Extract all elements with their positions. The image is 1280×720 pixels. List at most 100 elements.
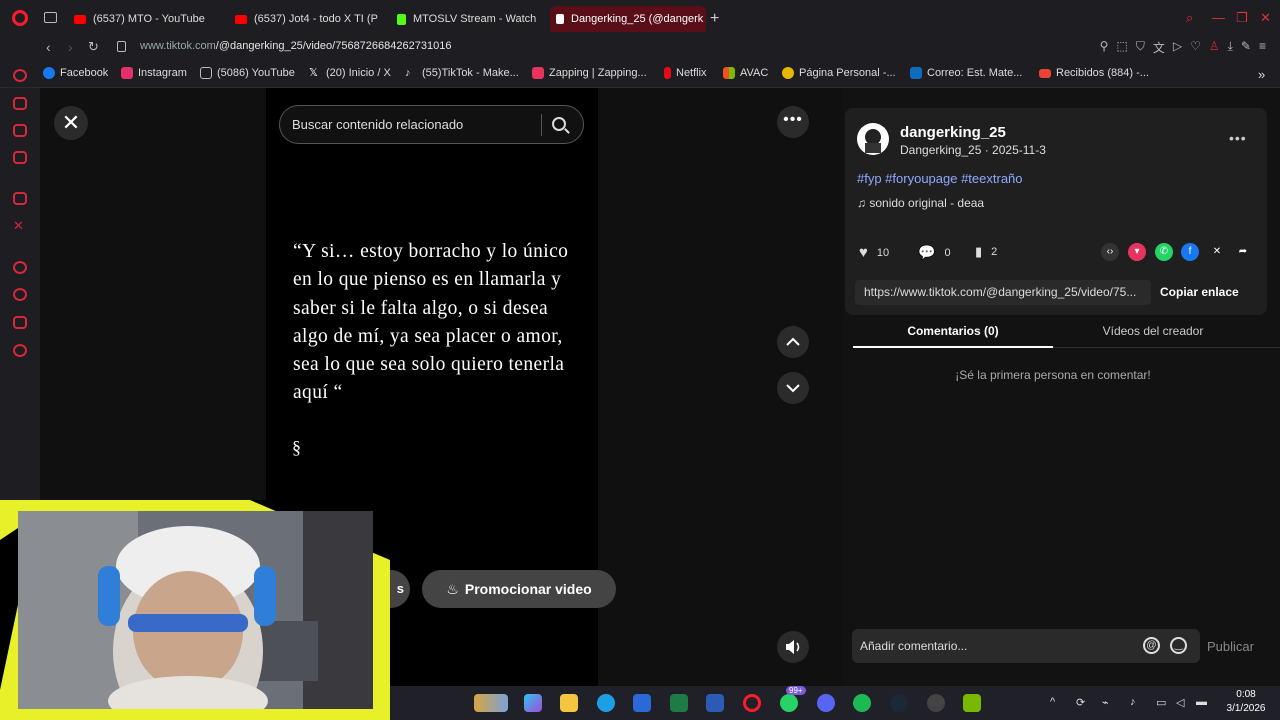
comment-stat[interactable]: 💬 0 [918,244,951,261]
bookmark-x[interactable]: 𝕏 (20) Inicio / X [309,67,391,79]
discord-icon[interactable] [817,694,835,712]
embed-icon[interactable]: ‹› [1101,243,1119,261]
search-input[interactable] [292,106,532,143]
minimize-icon[interactable]: — [1212,10,1225,25]
tab-sidebar-icon[interactable] [44,12,57,23]
restore-icon[interactable]: ❐ [1236,10,1248,26]
send-icon[interactable]: ▾ [1128,243,1146,261]
facebook-share-icon[interactable]: f [1181,243,1199,261]
opera-taskbar-icon[interactable] [743,694,761,712]
comment-input[interactable] [860,629,1130,663]
player-icon[interactable] [13,261,27,274]
x-icon[interactable]: ✕ [13,219,27,233]
battery-icon[interactable]: ▬ [1196,696,1207,708]
close-window-icon[interactable]: ✕ [1260,10,1271,26]
browser-tab-3[interactable]: MTOSLV Stream - Watch L [391,6,539,32]
speaker-icon[interactable]: ◁ [1176,696,1184,709]
steam-icon[interactable] [890,694,908,712]
url-field[interactable]: www.tiktok.com/@dangerking_25/video/7568… [140,40,451,52]
post-more-icon[interactable]: ••• [1229,130,1247,146]
instagram-icon[interactable] [13,124,27,137]
clock[interactable]: 0:08 3/1/2026 [1216,688,1276,716]
tab-creator-videos[interactable]: Vídeos del creador [1053,324,1253,338]
bookmark-correo[interactable]: Correo: Est. Mate... [910,67,1022,79]
widgets-icon[interactable] [474,694,508,712]
back-icon[interactable]: ‹ [46,39,51,55]
emoji-icon[interactable]: ‿ [1170,637,1187,654]
search-tabs-icon[interactable]: ⌕ [1186,10,1193,26]
excel-icon[interactable] [670,694,688,712]
activity-icon[interactable] [13,69,27,82]
store-icon[interactable] [633,694,651,712]
bookmark-facebook[interactable]: Facebook [43,67,108,79]
aria-icon[interactable] [13,97,27,110]
save-stat[interactable]: ▮ 2 [975,244,997,260]
whatsapp-icon[interactable]: ✆ [1155,243,1173,261]
x-share-icon[interactable]: ✕ [1208,243,1226,261]
username[interactable]: dangerking_25 [900,124,1006,141]
more-options-icon[interactable]: ••• [777,106,809,138]
pin-icon[interactable]: ⚲ [1100,39,1109,56]
ai-icon[interactable]: ✎ [1241,39,1251,56]
whatsapp-taskbar-icon[interactable] [780,694,798,712]
webcam-person-image [18,511,373,709]
bookmark-zapping[interactable]: Zapping | Zapping... [532,67,647,79]
video-link-field[interactable]: https://www.tiktok.com/@dangerking_25/vi… [855,280,1151,305]
play-icon[interactable]: ▷ [1173,39,1182,56]
bookmark-pagina-personal[interactable]: Página Personal -... [782,67,896,79]
bookmark-tiktok[interactable]: ♪ (55)TikTok - Make... [405,67,519,79]
wallet-icon[interactable]: ♙ [1209,39,1220,56]
search-icon[interactable] [552,117,566,131]
translate-icon[interactable]: 文 [1153,39,1165,56]
download-icon[interactable]: ⤓ [1228,39,1233,56]
snapshot-icon[interactable]: ⬚ [1116,39,1127,56]
settings-icon[interactable] [13,344,27,357]
bookmark-instagram[interactable]: Instagram [121,67,187,79]
browser-tab-active[interactable]: Dangerking_25 (@dangerk [550,6,706,32]
music-line[interactable]: ♫ sonido original - deaa [857,196,984,210]
publish-button[interactable]: Publicar [1207,639,1254,654]
shield-icon[interactable]: ⛉ [1136,39,1145,56]
reload-icon[interactable]: ↻ [88,39,99,55]
hashtags[interactable]: #fyp #foryoupage #teextraño [857,171,1023,186]
tray-expand-icon[interactable]: ^ [1050,696,1055,708]
new-tab-button[interactable]: + [710,10,719,28]
opera-logo-icon[interactable] [12,10,28,26]
bookmark-gmail[interactable]: Recibidos (884) -... [1039,67,1149,79]
heart-icon[interactable]: ♡ [1190,39,1201,56]
extensions-icon[interactable] [13,316,27,329]
sync-icon[interactable]: ⟳ [1076,696,1085,709]
spotify-icon[interactable] [853,694,871,712]
browser-tab-1[interactable]: (6537) MTO - YouTube [68,6,228,32]
nvidia-icon[interactable] [963,694,981,712]
browser-tab-2[interactable]: (6537) Jot4 - todo X TI (P [229,6,379,32]
bookmark-youtube[interactable]: (5086) YouTube [200,67,295,79]
history-icon[interactable] [13,288,27,301]
mic-icon[interactable]: ♪ [1130,696,1136,708]
mention-icon[interactable]: @ [1143,637,1160,654]
file-explorer-icon[interactable] [560,694,578,712]
share-arrow-icon[interactable]: ➦ [1234,243,1252,261]
twitch-icon[interactable] [13,192,27,205]
next-video-button[interactable] [777,372,809,404]
like-stat[interactable]: ♥ 10 [859,244,889,261]
network-icon[interactable]: ⌁ [1102,696,1109,709]
bookmark-avac[interactable]: AVAC [723,67,768,79]
avatar[interactable] [857,123,889,155]
obs-icon[interactable] [927,694,945,712]
edge-icon[interactable] [597,694,615,712]
close-button[interactable]: ✕ [54,106,88,140]
tab-comments[interactable]: Comentarios (0) [853,324,1053,348]
copilot-icon[interactable] [524,694,542,712]
previous-video-button[interactable] [777,326,809,358]
gmail-icon[interactable] [13,151,27,164]
forward-icon[interactable]: › [68,39,73,55]
promote-video-button[interactable]: ♨ Promocionar video [422,570,616,608]
display-icon[interactable]: ▭ [1156,696,1166,709]
copy-link-button[interactable]: Copiar enlace [1160,285,1239,299]
word-icon[interactable] [706,694,724,712]
volume-button[interactable] [777,631,809,663]
more-bookmarks-icon[interactable]: » [1258,67,1265,82]
menu-icon[interactable]: ≡ [1259,39,1266,56]
bookmark-netflix[interactable]: Netflix [664,67,707,79]
